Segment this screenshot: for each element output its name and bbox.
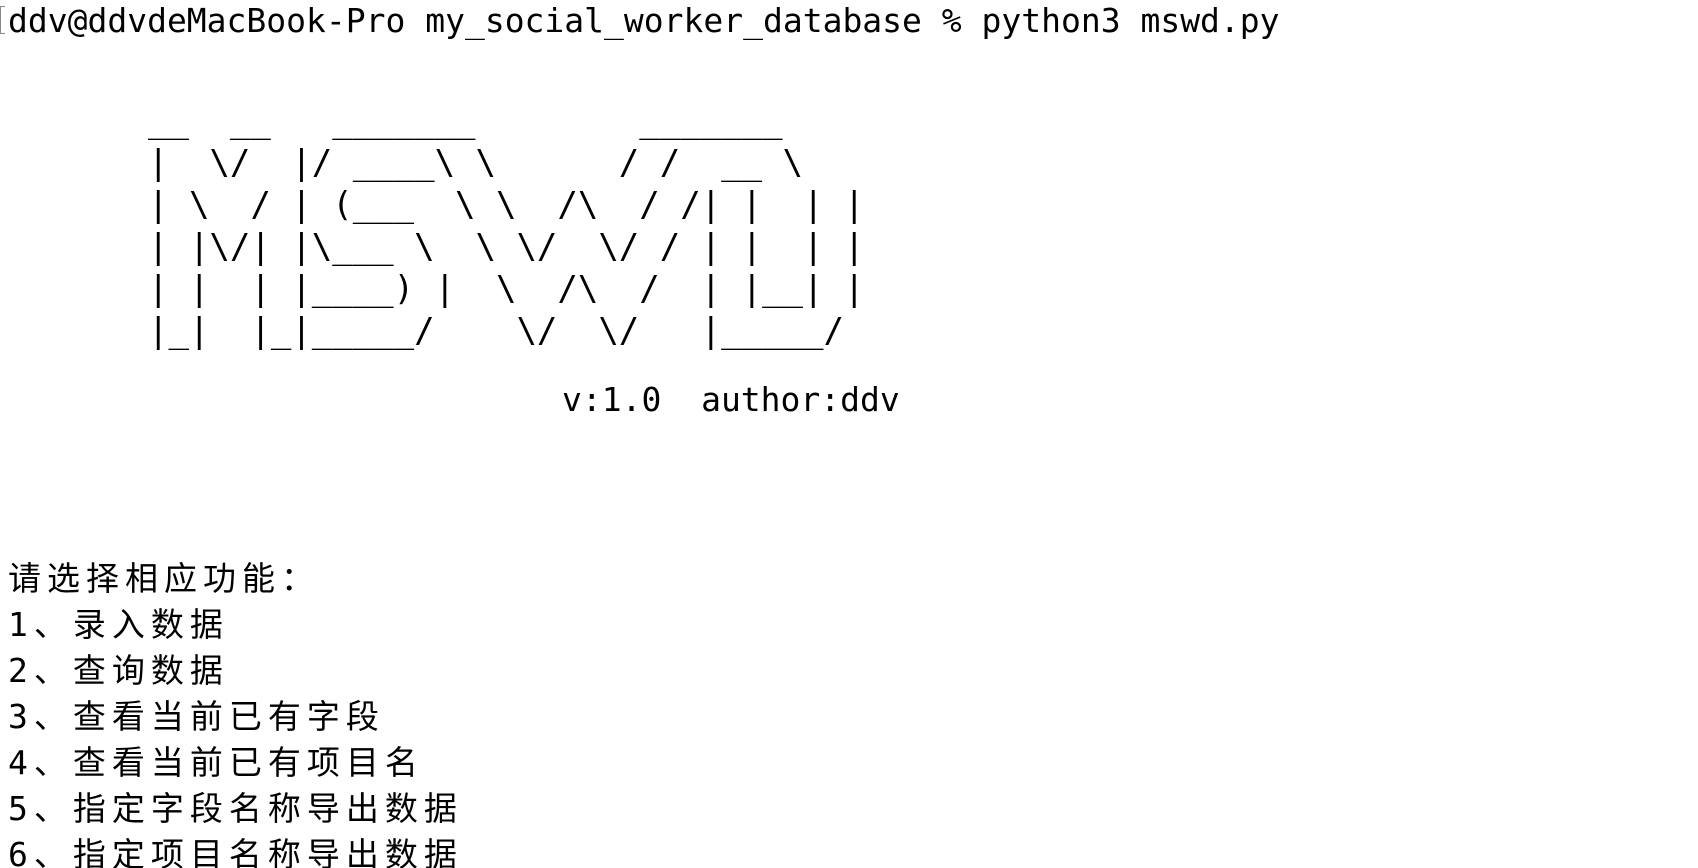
function-menu: 请选择相应功能： 1、录入数据 2、查询数据 3、查看当前已有字段 4、查看当前… — [8, 556, 463, 868]
menu-heading: 请选择相应功能： — [8, 559, 320, 598]
menu-item-export-by-field: 5、指定字段名称导出数据 — [8, 789, 463, 828]
menu-item-query-data: 2、查询数据 — [8, 651, 229, 690]
line-marker-icon — [0, 6, 5, 34]
ascii-art-banner: __ __ _______ _______ | \/ |/ ____\ \ / … — [148, 101, 865, 351]
menu-item-export-by-project: 6、指定项目名称导出数据 — [8, 835, 463, 868]
version-author-line: v:1.0 author:ddv — [562, 380, 900, 419]
command-prompt-line: ddv@ddvdeMacBook-Pro my_social_worker_da… — [8, 1, 1280, 40]
menu-item-view-projects: 4、查看当前已有项目名 — [8, 743, 424, 782]
menu-item-view-fields: 3、查看当前已有字段 — [8, 697, 385, 736]
menu-item-input-data: 1、录入数据 — [8, 605, 229, 644]
terminal-window[interactable]: ddv@ddvdeMacBook-Pro my_social_worker_da… — [0, 0, 1698, 868]
